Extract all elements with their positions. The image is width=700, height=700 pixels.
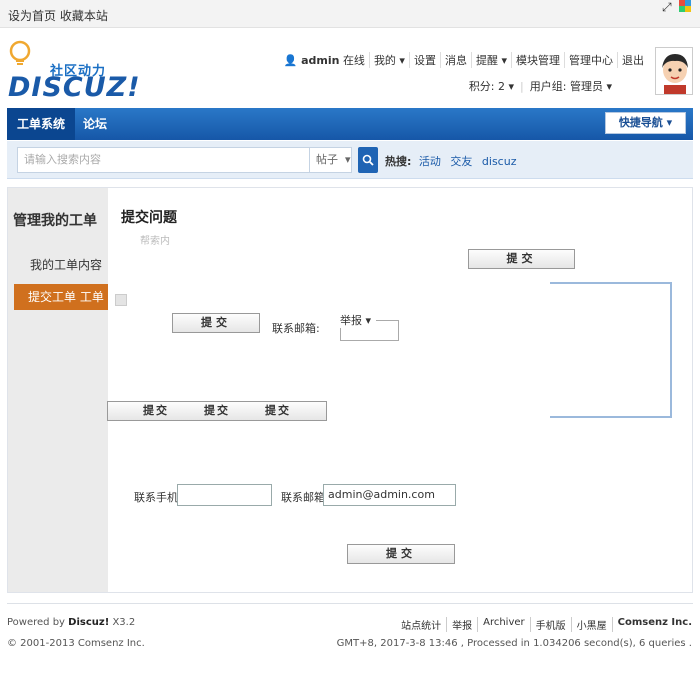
small-square xyxy=(115,294,127,306)
discuz-link[interactable]: Discuz! xyxy=(68,617,109,628)
contact-phone-label: 联系手机: xyxy=(134,491,182,504)
logo[interactable]: DISCUZ! xyxy=(8,72,141,103)
report-select[interactable]: 举报 ▾ xyxy=(340,312,376,328)
my-link[interactable]: 我的 ▾ xyxy=(368,52,409,68)
settings-link[interactable]: 设置 xyxy=(408,52,440,68)
hot-tag[interactable]: discuz xyxy=(482,155,517,168)
usergroup[interactable]: 用户组: 管理员 ▾ xyxy=(524,78,618,94)
search-button[interactable] xyxy=(358,147,378,173)
footer-stats: GMT+8, 2017-3-8 13:46 , Processed in 1.0… xyxy=(336,638,692,649)
footer-link-mobile[interactable]: 手机版 xyxy=(529,617,571,632)
bookmark-link[interactable]: 收藏本站 xyxy=(60,9,108,23)
contact-email-field[interactable]: admin@admin.com xyxy=(323,484,456,506)
online-status: 在线 xyxy=(342,54,365,67)
hot-search: 热搜: 活动 交友 discuz xyxy=(385,153,522,169)
tab-ticket-system[interactable]: 工单系统 xyxy=(7,108,76,140)
messages-link[interactable]: 消息 xyxy=(439,52,471,68)
submit-label: 提交 xyxy=(204,404,230,417)
submit-label: 提交 xyxy=(264,404,291,417)
search-type-select[interactable]: 帖子 ▾ xyxy=(309,147,352,173)
submit-button[interactable]: 提交 xyxy=(172,313,260,333)
form-panel-border xyxy=(550,282,672,418)
submit-button-group[interactable]: 提交 提交 提交 xyxy=(107,401,327,421)
submit-button[interactable]: 提交 xyxy=(468,249,575,269)
logout-link[interactable]: 退出 xyxy=(617,52,648,68)
set-home-link[interactable]: 设为首页 xyxy=(8,9,56,23)
sidebar-item-submit-ticket[interactable]: 提交工单 工单 xyxy=(14,284,108,310)
lightbulb-icon xyxy=(8,40,32,70)
notifications-link[interactable]: 提醒 ▾ xyxy=(470,52,511,68)
user-toolbar: 👤 admin 在线 我的 ▾ 设置 消息 提醒 ▾ 模块管理 管理中心 退出 xyxy=(280,52,648,68)
tab-forum[interactable]: 论坛 xyxy=(73,108,117,140)
page-title: 提交问题 xyxy=(121,210,177,226)
ghost-text: 帮索内 xyxy=(140,236,170,247)
avatar[interactable] xyxy=(655,47,693,95)
contact-email-label: 联系邮箱: xyxy=(281,491,329,504)
powered-by: Powered by Discuz! X3.2 xyxy=(7,617,136,628)
footer-links: 站点统计 举报 Archiver 手机版 小黑屋 Comsenz Inc. xyxy=(396,617,692,632)
expand-icon[interactable]: ⤢ xyxy=(662,0,672,15)
quick-nav-button[interactable]: 快捷导航 ▾ xyxy=(605,112,686,134)
footer-divider xyxy=(7,603,693,604)
footer-link-stats[interactable]: 站点统计 xyxy=(396,617,446,632)
user-stats: 积分: 2 ▾ | 用户组: 管理员 ▾ xyxy=(463,78,618,94)
contact-email-label: 联系邮箱: xyxy=(272,322,320,335)
username[interactable]: admin xyxy=(301,54,339,67)
points[interactable]: 积分: 2 ▾ xyxy=(463,78,520,94)
module-manage-link[interactable]: 模块管理 xyxy=(511,52,564,68)
hot-search-label: 热搜: xyxy=(385,155,412,168)
hot-tag[interactable]: 交友 xyxy=(450,155,472,168)
footer-link-blacklist[interactable]: 小黑屋 xyxy=(570,617,612,632)
main-nav: 工单系统 论坛 xyxy=(7,108,693,140)
admin-center-link[interactable]: 管理中心 xyxy=(564,52,617,68)
sidebar-item-my-tickets[interactable]: 我的工单内容 xyxy=(30,256,108,273)
sidebar xyxy=(8,188,108,592)
copyright: © 2001-2013 Comsenz Inc. xyxy=(7,638,145,649)
footer-link-company[interactable]: Comsenz Inc. xyxy=(611,617,692,632)
search-icon xyxy=(362,154,374,169)
user-icon: 👤 xyxy=(283,54,298,67)
submit-label: 提交 xyxy=(143,404,170,417)
contact-phone-field[interactable] xyxy=(177,484,272,506)
top-links: 设为首页 收藏本站 xyxy=(8,7,108,24)
sidebar-title: 管理我的工单 xyxy=(13,213,97,229)
footer-link-archiver[interactable]: Archiver xyxy=(477,617,530,632)
submit-button[interactable]: 提交 xyxy=(347,544,455,564)
hot-tag[interactable]: 活动 xyxy=(419,155,441,168)
search-input[interactable]: 请输入搜索内容 xyxy=(17,147,309,173)
color-palette-icon[interactable] xyxy=(679,0,691,15)
footer-link-report[interactable]: 举报 xyxy=(446,617,477,632)
